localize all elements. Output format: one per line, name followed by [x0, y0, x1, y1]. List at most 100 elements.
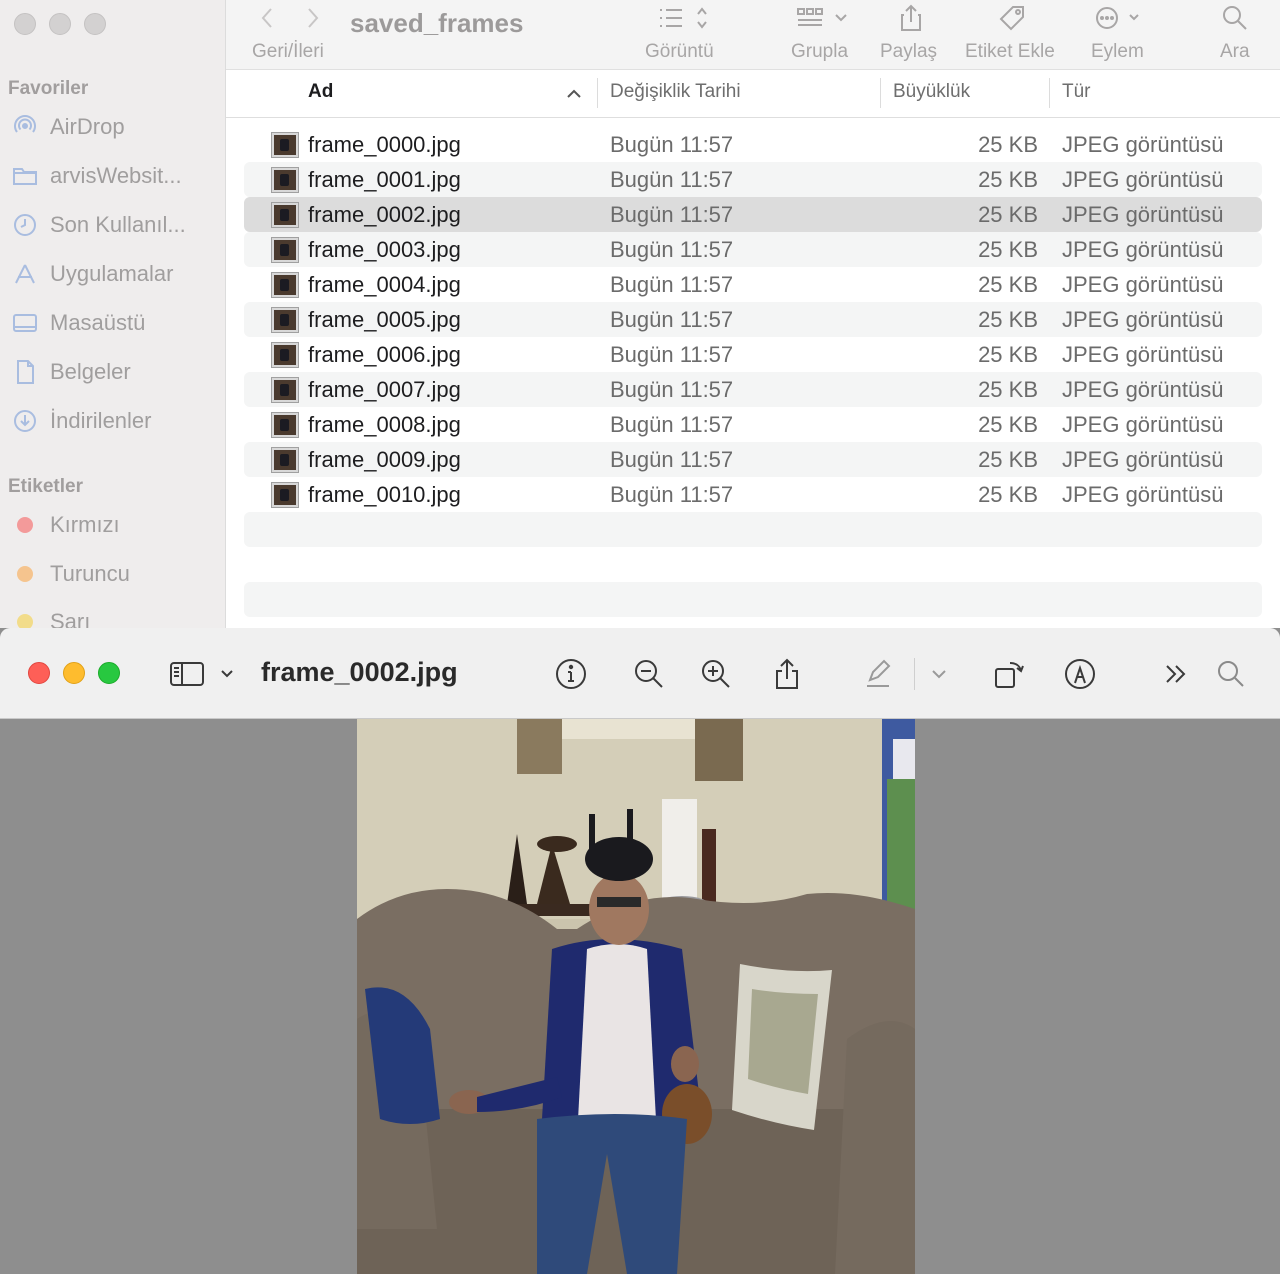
sidebar-item-label: Son Kullanıl... [50, 212, 186, 237]
sidebar-item-folder[interactable]: arvisWebsit... [0, 154, 225, 198]
file-row[interactable]: frame_0005.jpg Bugün 11:57 25 KB JPEG görün… [244, 302, 1262, 337]
sidebar-item-recents[interactable]: Son Kullanıl... [0, 203, 225, 247]
zoom-button[interactable] [84, 13, 106, 35]
minimize-button[interactable] [49, 13, 71, 35]
close-button[interactable] [14, 13, 36, 35]
file-date: Bugün 11:57 [610, 202, 734, 227]
jpeg-thumbnail-icon [271, 447, 299, 473]
action-icon[interactable] [1094, 2, 1144, 34]
sidebar-item-documents[interactable]: Belgeler [0, 350, 225, 394]
column-divider[interactable] [1049, 78, 1050, 108]
sidebar-item-label: Uygulamalar [50, 261, 174, 286]
column-divider[interactable] [880, 78, 881, 108]
sort-ascending-icon[interactable] [566, 86, 582, 104]
empty-row [244, 512, 1262, 547]
column-size[interactable]: Büyüklük [893, 81, 970, 103]
sidebar-item-airdrop[interactable]: AirDrop [0, 105, 225, 149]
jpeg-thumbnail-icon [271, 132, 299, 158]
group-icon[interactable] [796, 2, 852, 34]
file-kind: JPEG görüntüsü [1062, 307, 1224, 332]
tag-icon[interactable] [998, 2, 1028, 34]
search-icon[interactable] [1211, 654, 1251, 694]
file-row[interactable]: frame_0010.jpg Bugün 11:57 25 KB JPEG görün… [244, 477, 1262, 512]
file-date: Bugün 11:57 [610, 482, 734, 507]
favorites-heading: Favoriler [8, 78, 89, 99]
markup-pen-icon[interactable] [858, 654, 898, 694]
sidebar-item-desktop[interactable]: Masaüstü [0, 301, 225, 345]
preview-toolbar: frame_0002.jpg [0, 628, 1280, 719]
finder-toolbar: Geri/İleri saved_frames Görüntü Grupla P… [226, 0, 1280, 70]
column-name[interactable]: Ad [308, 81, 333, 103]
jpeg-thumbnail-icon [271, 167, 299, 193]
sidebar-item-downloads[interactable]: İndirilenler [0, 399, 225, 443]
file-row[interactable]: frame_0003.jpg Bugün 11:57 25 KB JPEG görün… [244, 232, 1262, 267]
finder-sidebar: Favoriler AirDrop arvisWebsit... Son Kul… [0, 0, 226, 628]
share-icon[interactable] [899, 2, 923, 34]
search-icon[interactable] [1222, 2, 1248, 34]
file-row-selected[interactable]: frame_0002.jpg Bugün 11:57 25 KB JPEG görün… [244, 197, 1262, 232]
desktop-icon [11, 309, 39, 337]
file-name: frame_0001.jpg [308, 167, 461, 192]
sidebar-tag-yellow[interactable]: Sarı [0, 600, 225, 628]
action-label[interactable]: Eylem [1091, 41, 1144, 63]
file-date: Bugün 11:57 [610, 167, 734, 192]
jpeg-thumbnail-icon [271, 377, 299, 403]
file-size: 25 KB [978, 237, 1038, 262]
file-row[interactable]: frame_0001.jpg Bugün 11:57 25 KB JPEG görün… [244, 162, 1262, 197]
column-divider[interactable] [597, 78, 598, 108]
jpeg-thumbnail-icon [271, 237, 299, 263]
sidebar-item-label: Belgeler [50, 359, 131, 384]
more-icon[interactable] [1156, 654, 1196, 694]
chevron-down-icon[interactable] [919, 654, 959, 694]
annotate-icon[interactable] [1060, 654, 1100, 694]
file-row[interactable]: frame_0008.jpg Bugün 11:57 25 KB JPEG görün… [244, 407, 1262, 442]
zoom-button[interactable] [98, 662, 120, 684]
group-label[interactable]: Grupla [791, 41, 848, 63]
search-label[interactable]: Ara [1220, 41, 1250, 63]
info-icon[interactable] [551, 654, 591, 694]
jpeg-thumbnail-icon [271, 342, 299, 368]
file-kind: JPEG görüntüsü [1062, 167, 1224, 192]
file-size: 25 KB [978, 482, 1038, 507]
minimize-button[interactable] [63, 662, 85, 684]
rotate-icon[interactable] [989, 654, 1029, 694]
tag-dot-icon [11, 608, 39, 628]
close-button[interactable] [28, 662, 50, 684]
file-row[interactable]: frame_0000.jpg Bugün 11:57 25 KB JPEG görün… [244, 127, 1262, 162]
file-row[interactable]: frame_0004.jpg Bugün 11:57 25 KB JPEG görün… [244, 267, 1262, 302]
file-name: frame_0002.jpg [308, 202, 461, 227]
file-size: 25 KB [978, 412, 1038, 437]
column-kind[interactable]: Tür [1062, 81, 1091, 103]
file-row[interactable]: frame_0009.jpg Bugün 11:57 25 KB JPEG görün… [244, 442, 1262, 477]
file-name: frame_0010.jpg [308, 482, 461, 507]
share-label[interactable]: Paylaş [880, 41, 937, 63]
file-kind: JPEG görüntüsü [1062, 412, 1224, 437]
file-name: frame_0000.jpg [308, 132, 461, 157]
zoom-in-icon[interactable] [696, 654, 736, 694]
document-title: frame_0002.jpg [261, 657, 458, 687]
sidebar-tag-orange[interactable]: Turuncu [0, 552, 225, 596]
view-label[interactable]: Görüntü [645, 41, 714, 63]
file-date: Bugün 11:57 [610, 307, 734, 332]
file-kind: JPEG görüntüsü [1062, 132, 1224, 157]
tag-label[interactable]: Etiket Ekle [965, 41, 1055, 63]
file-date: Bugün 11:57 [610, 237, 734, 262]
sidebar-toggle-icon[interactable] [166, 654, 240, 694]
back-chevron-icon[interactable] [260, 2, 274, 34]
zoom-out-icon[interactable] [629, 654, 669, 694]
sidebar-item-applications[interactable]: Uygulamalar [0, 252, 225, 296]
sidebar-tag-red[interactable]: Kırmızı [0, 503, 225, 547]
toolbar-divider [914, 658, 915, 690]
file-row[interactable]: frame_0007.jpg Bugün 11:57 25 KB JPEG görün… [244, 372, 1262, 407]
file-kind: JPEG görüntüsü [1062, 202, 1224, 227]
share-icon[interactable] [767, 654, 807, 694]
list-view-icon[interactable] [658, 2, 714, 34]
forward-chevron-icon[interactable] [306, 2, 320, 34]
sidebar-item-label: Sarı [50, 609, 91, 628]
jpeg-thumbnail-icon [271, 307, 299, 333]
column-modified[interactable]: Değişiklik Tarihi [610, 81, 741, 103]
file-row[interactable]: frame_0006.jpg Bugün 11:57 25 KB JPEG görün… [244, 337, 1262, 372]
file-name: frame_0007.jpg [308, 377, 461, 402]
file-date: Bugün 11:57 [610, 132, 734, 157]
file-date: Bugün 11:57 [610, 447, 734, 472]
